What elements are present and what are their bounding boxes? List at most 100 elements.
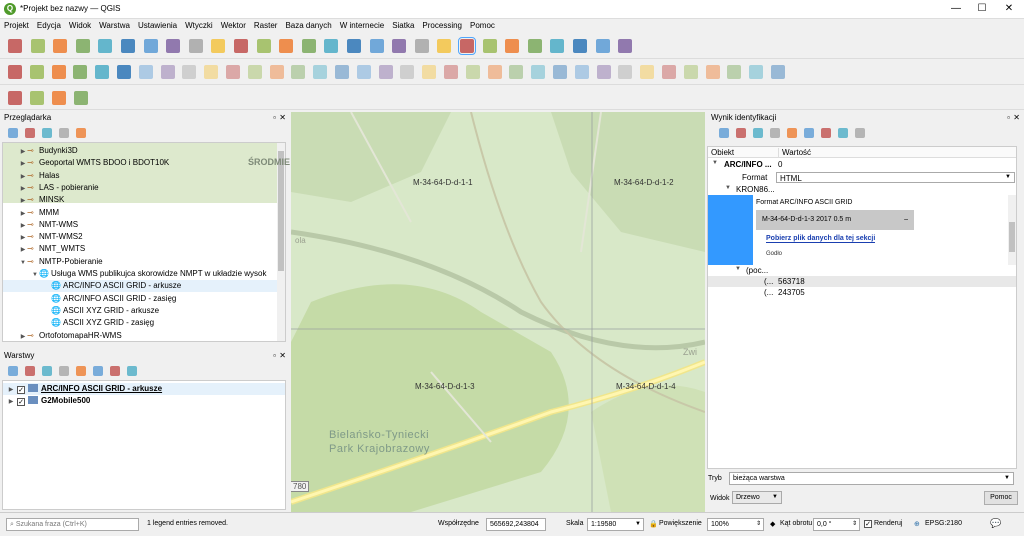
map-canvas[interactable]: M-34-64-D-d-1-1 M-34-64-D-d-1-2 M-34-64-D-… [291, 112, 705, 512]
identTools-button-7-icon[interactable] [838, 128, 848, 138]
expand-icon[interactable]: ▶ [19, 232, 27, 244]
identTools-button-0-icon[interactable] [719, 128, 729, 138]
menu-raster[interactable]: Raster [250, 19, 282, 33]
browserTools-button-2-icon[interactable] [42, 128, 52, 138]
minimize-button[interactable]: — [942, 0, 970, 19]
menu-edycja[interactable]: Edycja [33, 19, 65, 33]
mode-dropdown[interactable]: bieżąca warstwa ▼ [729, 472, 1014, 485]
browser-item[interactable]: ▶ ⊸ Geoportal WMTS BDOO i BDOT10K [3, 157, 279, 169]
result-root-row[interactable]: ▼ ARC/INFO ... 0 [708, 159, 1016, 170]
rotation-field[interactable]: 0,0 ° ⇕ [813, 518, 860, 531]
measure-icon[interactable] [550, 39, 565, 53]
map-tips-icon[interactable] [595, 39, 610, 53]
identTools-button-1-icon[interactable] [736, 128, 746, 138]
tb2-tool-14-icon[interactable] [313, 65, 328, 79]
menu-processing[interactable]: Processing [418, 19, 466, 33]
expand-icon[interactable]: ▶ [19, 146, 27, 158]
layer-item[interactable]: ▶ ✓ ARC/INFO ASCII GRID - arkusze [3, 383, 285, 395]
close-panel-icon[interactable]: ✕ [1013, 112, 1020, 124]
layerTools-button-6-icon[interactable] [110, 366, 120, 376]
menu-baza-danych[interactable]: Baza danych [281, 19, 335, 33]
zoom-native-icon[interactable] [301, 39, 316, 53]
browser-item[interactable]: ▼⊸ NMTP-Pobieranie [3, 256, 279, 268]
identTools-button-3-icon[interactable] [770, 128, 780, 138]
layerTools-button-5-icon[interactable] [93, 366, 103, 376]
layerTools-button-1-icon[interactable] [25, 366, 35, 376]
browser-item[interactable]: 🌐 ASCII XYZ GRID - arkusze [3, 305, 279, 317]
identTools-button-6-icon[interactable] [821, 128, 831, 138]
browserTools-button-1-icon[interactable] [25, 128, 35, 138]
layerTools-button-3-icon[interactable] [59, 366, 69, 376]
expand-icon[interactable]: ▶ [19, 183, 27, 195]
menu-ustawienia[interactable]: Ustawienia [134, 19, 181, 33]
render-checkbox[interactable]: ✓ [864, 520, 872, 528]
tb2-tool-30-icon[interactable] [662, 65, 676, 79]
tb2-tool-11-icon[interactable] [247, 65, 262, 79]
tb2-tool-24-icon[interactable] [531, 65, 546, 79]
browser-item[interactable]: ▶ ⊸ NMT-WMS [3, 219, 279, 231]
tb2-tool-2-icon[interactable] [51, 65, 66, 79]
menu-projekt[interactable]: Projekt [0, 19, 33, 33]
expand-icon[interactable]: ▼ [19, 257, 27, 269]
browser-item[interactable]: ▶ ⊸ Budynki3D [3, 145, 279, 157]
statistics-icon[interactable] [505, 39, 520, 53]
zoom-layer-icon[interactable] [279, 39, 294, 53]
browser-item[interactable]: ▶ ⊸ NMT_WMTS [3, 243, 279, 255]
zoom-selection-icon[interactable] [256, 39, 271, 53]
coordinate-field[interactable]: 565692,243804 [486, 518, 546, 531]
expand-icon[interactable]: ▶ [19, 195, 27, 207]
tb2-tool-20-icon[interactable] [444, 65, 458, 79]
messages-icon[interactable]: 💬 [990, 518, 1001, 529]
layers-tree[interactable]: ▶ ✓ ARC/INFO ASCII GRID - arkusze ▶ ✓ G2Mobil… [2, 380, 286, 510]
expand-icon[interactable]: ▶ [19, 171, 27, 183]
tb2-tool-3-icon[interactable] [73, 65, 88, 79]
identTools-button-2-icon[interactable] [753, 128, 763, 138]
browser-item[interactable]: ▶ ⊸ Halas [3, 170, 279, 182]
tb2-tool-28-icon[interactable] [618, 65, 633, 79]
download-link[interactable]: Pobierz plik danych dla tej sekcji [766, 235, 876, 243]
menu-wektor[interactable]: Wektor [217, 19, 250, 33]
open-icon[interactable] [30, 39, 45, 53]
browser-item[interactable]: 🌐 ARC/INFO ASCII GRID - zasięg [3, 293, 279, 305]
browser-item[interactable]: ▶ ⊸ LAS - pobieranie [3, 182, 279, 194]
html-scrollbar[interactable] [1008, 195, 1016, 265]
zoom-last-icon[interactable] [324, 39, 339, 53]
browser-tree[interactable]: ▶ ⊸ Budynki3D ▶ ⊸ Geoportal WMTS BDOO i BDOT1… [2, 142, 286, 342]
close-button[interactable]: ✕ [994, 0, 1024, 19]
attribute-table-icon[interactable] [482, 39, 497, 53]
tb3-tool-0-icon[interactable] [8, 91, 22, 105]
tb3-tool-1-icon[interactable] [30, 91, 44, 105]
tb2-tool-26-icon[interactable] [574, 65, 589, 79]
pan-to-selection-icon[interactable] [166, 39, 181, 53]
save-icon[interactable] [53, 39, 68, 53]
annotation-icon[interactable] [573, 39, 587, 53]
tb2-tool-12-icon[interactable] [269, 65, 284, 79]
float-panel-icon[interactable]: ▫ [273, 112, 276, 124]
menu-w-internecie[interactable]: W internecie [336, 19, 388, 33]
menu-pomoc[interactable]: Pomoc [466, 19, 499, 33]
scale-field[interactable]: 1:19580 ▼ [587, 518, 644, 531]
menu-siatka[interactable]: Siatka [388, 19, 418, 33]
tb2-tool-9-icon[interactable] [204, 65, 219, 79]
browser-item[interactable]: 🌐 ASCII XYZ GRID - zasięg [3, 317, 279, 329]
browser-item[interactable]: ▶ ⊸ NMT-WMS2 [3, 231, 279, 243]
sum-icon[interactable] [527, 39, 542, 53]
layerTools-button-0-icon[interactable] [8, 366, 18, 376]
tb2-tool-21-icon[interactable] [465, 65, 480, 79]
tb2-tool-4-icon[interactable] [95, 65, 110, 79]
layer-visibility-checkbox[interactable]: ✓ [17, 386, 25, 394]
zoom-out-icon[interactable] [211, 39, 226, 53]
tb2-tool-27-icon[interactable] [596, 65, 611, 79]
tb2-tool-6-icon[interactable] [138, 65, 153, 79]
identTools-button-5-icon[interactable] [804, 128, 814, 138]
crs-globe-icon[interactable]: ⊕ [914, 520, 920, 528]
browser-item[interactable]: ▶ ⊸ OrtofotomapaHR-WMS [3, 330, 279, 342]
tb3-tool-2-icon[interactable] [52, 91, 66, 105]
browserTools-button-3-icon[interactable] [59, 128, 69, 138]
zoom-in-icon[interactable] [188, 39, 203, 53]
tb2-tool-29-icon[interactable] [640, 65, 655, 79]
tb2-tool-35-icon[interactable] [771, 65, 785, 79]
tb2-tool-19-icon[interactable] [422, 65, 437, 79]
tb2-tool-25-icon[interactable] [553, 65, 567, 79]
browserTools-button-0-icon[interactable] [8, 128, 18, 138]
